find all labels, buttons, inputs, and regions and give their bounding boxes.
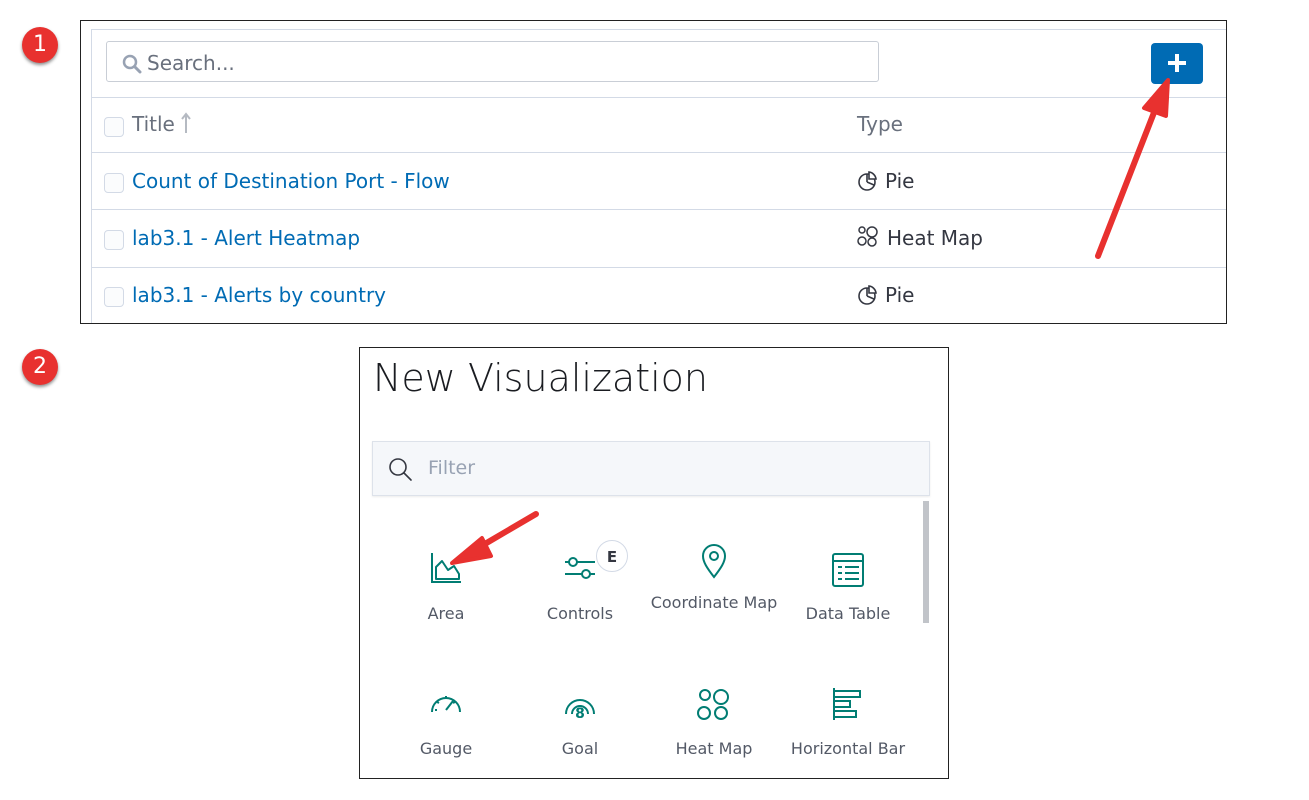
map-pin-icon bbox=[701, 544, 727, 579]
search-placeholder: Search... bbox=[147, 51, 235, 75]
search-input[interactable]: Search... bbox=[106, 41, 879, 82]
row-title-link[interactable]: lab3.1 - Alerts by country bbox=[132, 283, 386, 307]
row-type: Pie bbox=[857, 283, 914, 307]
heatmap-icon bbox=[697, 689, 729, 720]
sort-ascending-icon bbox=[181, 112, 192, 133]
row-type: Pie bbox=[857, 169, 914, 193]
vis-tile-label: Area bbox=[427, 604, 465, 623]
row-type-label: Heat Map bbox=[887, 226, 984, 250]
vis-tile-label: Goal bbox=[561, 739, 599, 758]
row-checkbox[interactable] bbox=[104, 230, 124, 250]
row-type-label: Pie bbox=[885, 283, 915, 307]
vis-tile-label: Controls bbox=[546, 604, 614, 623]
plus-icon bbox=[1168, 54, 1186, 72]
goal-icon: 8 bbox=[565, 699, 595, 722]
controls-icon bbox=[565, 557, 595, 579]
vis-tile-label: Gauge bbox=[419, 739, 473, 758]
select-all-checkbox[interactable] bbox=[104, 117, 124, 137]
column-header-title-label: Title bbox=[132, 112, 175, 136]
vis-tile-area[interactable]: Area bbox=[379, 551, 513, 671]
horizontal-bar-icon bbox=[833, 688, 861, 720]
modal-title: New Visualization bbox=[373, 356, 708, 400]
visualization-list-panel: Search... Title Type Count of Destinatio… bbox=[80, 20, 1227, 324]
new-visualization-modal: New Visualization Filter Area Controls E… bbox=[359, 347, 949, 779]
step-badge-1: 1 bbox=[22, 27, 58, 63]
scrollbar-thumb[interactable] bbox=[923, 501, 929, 623]
column-header-type[interactable]: Type bbox=[857, 112, 903, 136]
row-checkbox[interactable] bbox=[104, 287, 124, 307]
svg-text:8: 8 bbox=[575, 706, 585, 720]
vis-tile-label: Heat Map bbox=[675, 739, 753, 758]
vis-tile-controls[interactable]: Controls bbox=[513, 551, 647, 671]
vis-tile-label: Data Table bbox=[805, 604, 891, 623]
search-icon bbox=[389, 458, 412, 481]
row-type: Heat Map bbox=[857, 226, 983, 250]
row-checkbox[interactable] bbox=[104, 173, 124, 193]
vis-tile-label: Coordinate Map bbox=[650, 593, 778, 612]
row-type-label: Pie bbox=[885, 169, 915, 193]
vis-tile-data-table[interactable]: Data Table bbox=[781, 552, 915, 672]
vis-tile-gauge[interactable]: Gauge bbox=[379, 688, 513, 778]
filter-placeholder: Filter bbox=[428, 457, 476, 479]
step-badge-2: 2 bbox=[22, 349, 58, 385]
gauge-icon bbox=[431, 696, 461, 713]
vis-tile-label: Horizontal Bar bbox=[790, 739, 906, 758]
experimental-badge: E bbox=[596, 540, 628, 572]
row-title-link[interactable]: lab3.1 - Alert Heatmap bbox=[132, 226, 360, 250]
pie-icon bbox=[858, 171, 877, 191]
vis-tile-goal[interactable]: 8 Goal bbox=[513, 688, 647, 778]
filter-input[interactable]: Filter bbox=[372, 441, 930, 496]
vis-tile-horizontal-bar[interactable]: Horizontal Bar bbox=[781, 686, 915, 778]
add-visualization-button[interactable] bbox=[1151, 43, 1203, 84]
pie-icon bbox=[858, 285, 877, 305]
heatmap-icon bbox=[857, 226, 878, 247]
row-title-link[interactable]: Count of Destination Port - Flow bbox=[132, 169, 450, 193]
vis-tile-heat-map[interactable]: Heat Map bbox=[647, 688, 781, 778]
vis-tile-coordinate-map[interactable]: Coordinate Map bbox=[647, 543, 781, 663]
area-chart-icon bbox=[431, 553, 461, 583]
table-icon bbox=[832, 553, 864, 587]
search-icon bbox=[122, 54, 142, 74]
column-header-title[interactable]: Title bbox=[132, 112, 192, 136]
